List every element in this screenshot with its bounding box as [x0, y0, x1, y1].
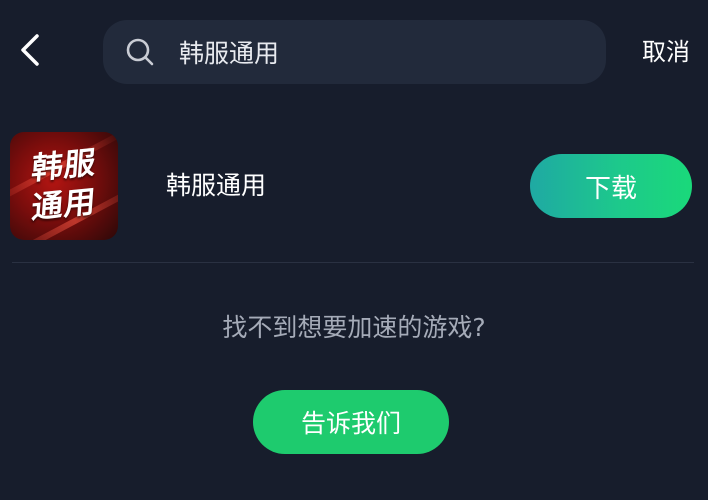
chevron-left-icon — [19, 33, 41, 71]
app-name[interactable]: 韩服通用 — [166, 168, 266, 204]
divider — [12, 262, 694, 263]
tell-us-button[interactable]: 告诉我们 — [253, 390, 449, 454]
app-icon-text-line-2: 通用 — [30, 183, 98, 227]
not-found-prompt: 找不到想要加速的游戏? — [222, 313, 486, 342]
search-bar[interactable] — [103, 20, 606, 84]
download-button[interactable]: 下载 — [530, 154, 692, 218]
cancel-button[interactable]: 取消 — [642, 34, 690, 70]
search-input[interactable] — [179, 37, 606, 67]
search-icon — [125, 37, 155, 67]
back-button[interactable] — [10, 28, 50, 76]
app-icon[interactable]: 韩服 通用 — [10, 132, 118, 240]
